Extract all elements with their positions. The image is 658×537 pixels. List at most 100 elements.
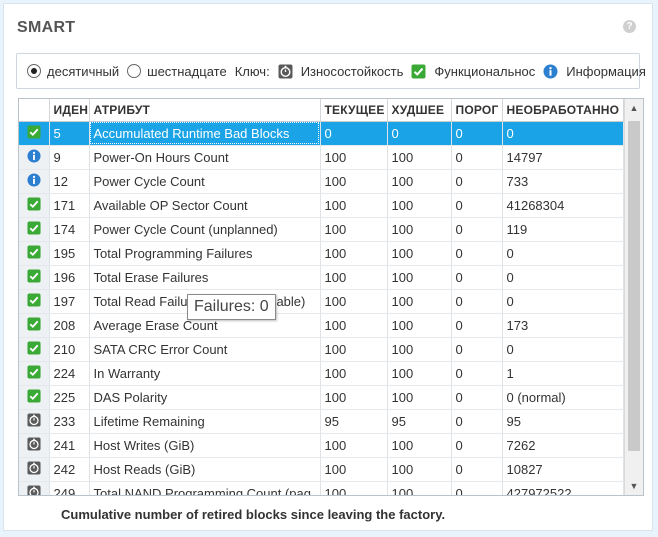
cell-attribute-head: Total Read Failu (93, 293, 188, 309)
info-icon (27, 148, 41, 166)
col-header-current[interactable]: ТЕКУЩЕЕ (320, 99, 388, 122)
scroll-thumb[interactable] (628, 121, 640, 451)
table-row[interactable]: 9 Power-On Hours Count 100 100 0 14797 (19, 145, 624, 170)
attribute-description: Cumulative number of retired blocks sinc… (61, 507, 446, 522)
col-header-id[interactable]: ИДЕН (49, 99, 90, 122)
smart-panel: SMART ? десятичный шестнадцате Ключ: Изн… (3, 3, 653, 531)
cell-attribute: Lifetime Remaining (89, 409, 321, 434)
table-row[interactable]: 171 Available OP Sector Count 100 100 0 41268… (19, 193, 624, 218)
cell-current: 100 (320, 313, 388, 338)
cell-worst: 100 (387, 433, 452, 458)
cell-worst: 100 (387, 193, 452, 218)
cell-threshold: 0 (451, 313, 503, 338)
cell-id: 196 (49, 265, 90, 290)
row-status-icon (19, 481, 50, 495)
cell-current: 100 (320, 241, 388, 266)
cell-raw: 427972522 (502, 481, 624, 495)
row-status-icon (19, 457, 50, 482)
row-status-icon (19, 169, 50, 194)
cell-current: 100 (320, 265, 388, 290)
cell-threshold: 0 (451, 265, 503, 290)
scroll-down-icon[interactable]: ▼ (625, 477, 643, 495)
cell-raw: 0 (502, 121, 624, 146)
table-row[interactable]: 208 Average Erase Count 100 100 0 173 (19, 313, 624, 338)
cell-id: 9 (49, 145, 90, 170)
stopwatch-icon (27, 436, 41, 454)
table-row[interactable]: 224 In Warranty 100 100 0 1 (19, 361, 624, 386)
cell-worst: 100 (387, 241, 452, 266)
cell-raw: 0 (502, 265, 624, 290)
cell-current: 100 (320, 193, 388, 218)
scroll-up-icon[interactable]: ▲ (625, 99, 643, 117)
check-icon (27, 124, 41, 142)
table-row[interactable]: 233 Lifetime Remaining 95 95 0 95 (19, 409, 624, 434)
cell-current: 0 (320, 121, 388, 146)
radio-hex[interactable]: шестнадцате (127, 64, 227, 79)
table-row[interactable]: 12 Power Cycle Count 100 100 0 733 (19, 169, 624, 194)
cell-worst: 100 (387, 481, 452, 495)
table-row[interactable]: 196 Total Erase Failures 100 100 0 0 (19, 265, 624, 290)
cell-threshold: 0 (451, 337, 503, 362)
cell-worst: 100 (387, 457, 452, 482)
cell-id: 249 (49, 481, 90, 495)
cell-current: 100 (320, 217, 388, 242)
cell-current: 100 (320, 337, 388, 362)
info-icon (27, 172, 41, 190)
stopwatch-icon (27, 460, 41, 478)
check-icon (27, 196, 41, 214)
cell-id: 242 (49, 457, 90, 482)
cell-id: 5 (49, 121, 90, 146)
table-row[interactable]: 225 DAS Polarity 100 100 0 0 (normal) (19, 385, 624, 410)
col-header-attribute[interactable]: АТРИБУТ (89, 99, 321, 122)
table-row[interactable]: 210 SATA CRC Error Count 100 100 0 0 (19, 337, 624, 362)
col-header-worst[interactable]: ХУДШЕЕ (387, 99, 452, 122)
cell-attribute: Power-On Hours Count (89, 145, 321, 170)
cell-raw: 733 (502, 169, 624, 194)
table-row[interactable]: 5 Accumulated Runtime Bad Blocks 0 0 0 0 (19, 121, 624, 146)
cell-attribute: DAS Polarity (89, 385, 321, 410)
table-header: ИДЕН АТРИБУТ ТЕКУЩЕЕ ХУДШЕЕ ПОРОГ НЕОБРА… (19, 99, 624, 122)
stopwatch-icon (278, 64, 293, 79)
check-icon (27, 340, 41, 358)
radio-hex-label: шестнадцате (147, 63, 227, 79)
cell-raw: 0 (502, 337, 624, 362)
col-header-threshold[interactable]: ПОРОГ (451, 99, 503, 122)
col-header-icon[interactable] (19, 99, 50, 122)
row-status-icon (19, 145, 50, 170)
vertical-scrollbar[interactable]: ▲ ▼ (624, 99, 643, 495)
cell-raw: 41268304 (502, 193, 624, 218)
radio-decimal-indicator[interactable] (27, 64, 41, 78)
table-row[interactable]: 195 Total Programming Failures 100 100 0 0 (19, 241, 624, 266)
cell-attribute: Total Programming Failures (89, 241, 321, 266)
table-row[interactable]: 174 Power Cycle Count (unplanned) 100 100 0 1… (19, 217, 624, 242)
legend-func: Функциональнос (411, 64, 535, 79)
cell-raw: 0 (normal) (502, 385, 624, 410)
row-status-icon (19, 409, 50, 434)
cell-worst: 100 (387, 313, 452, 338)
cell-worst: 0 (387, 121, 452, 146)
cell-attribute: Host Writes (GiB) (89, 433, 321, 458)
smart-attributes-grid[interactable]: ИДЕН АТРИБУТ ТЕКУЩЕЕ ХУДШЕЕ ПОРОГ НЕОБРА… (18, 98, 644, 496)
help-icon[interactable]: ? (623, 20, 636, 33)
col-header-raw[interactable]: НЕОБРАБОТАННО (502, 99, 624, 122)
check-icon (27, 388, 41, 406)
table-row[interactable]: 249 Total NAND Programming Count (pag 100 1… (19, 481, 624, 495)
legend-info: Информация (543, 64, 646, 79)
table-row[interactable]: 242 Host Reads (GiB) 100 100 0 10827 (19, 457, 624, 482)
cell-threshold: 0 (451, 481, 503, 495)
cell-threshold: 0 (451, 121, 503, 146)
cell-id: 233 (49, 409, 90, 434)
cell-current: 95 (320, 409, 388, 434)
cell-attribute: Power Cycle Count (unplanned) (89, 217, 321, 242)
table-row[interactable]: 197 Total Read Failu able) 100 100 0 0 (19, 289, 624, 314)
row-status-icon (19, 193, 50, 218)
cell-attribute: Available OP Sector Count (89, 193, 321, 218)
check-icon (27, 220, 41, 238)
table-row[interactable]: 241 Host Writes (GiB) 100 100 0 7262 (19, 433, 624, 458)
cell-worst: 100 (387, 169, 452, 194)
cell-id: 208 (49, 313, 90, 338)
radio-hex-indicator[interactable] (127, 64, 142, 78)
cell-threshold: 0 (451, 385, 503, 410)
radio-decimal[interactable]: десятичный (27, 64, 119, 79)
cell-current: 100 (320, 385, 388, 410)
